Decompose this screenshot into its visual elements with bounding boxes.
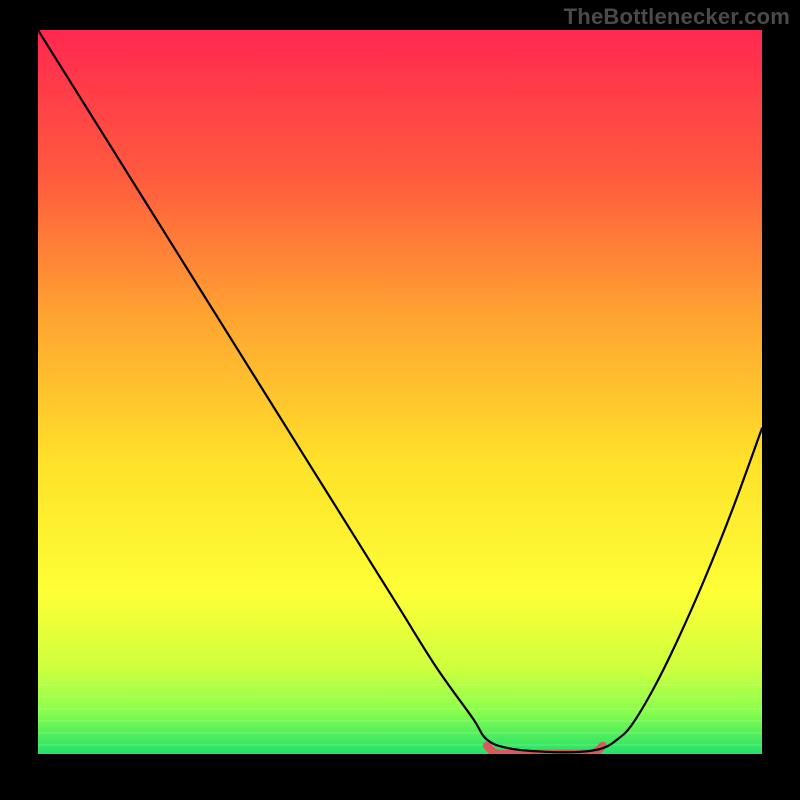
bottom-band-line — [38, 696, 762, 698]
plot-area — [38, 30, 762, 754]
chart-svg — [38, 30, 762, 754]
watermark-text: TheBottleneсker.com — [564, 4, 790, 30]
bottom-band-line — [38, 720, 762, 722]
bottom-band-line — [38, 732, 762, 734]
bottom-band-line — [38, 744, 762, 746]
chart-frame: TheBottleneсker.com — [0, 0, 800, 800]
bottom-band-line — [38, 684, 762, 686]
chart-background — [38, 30, 762, 754]
bottom-band-line — [38, 708, 762, 710]
